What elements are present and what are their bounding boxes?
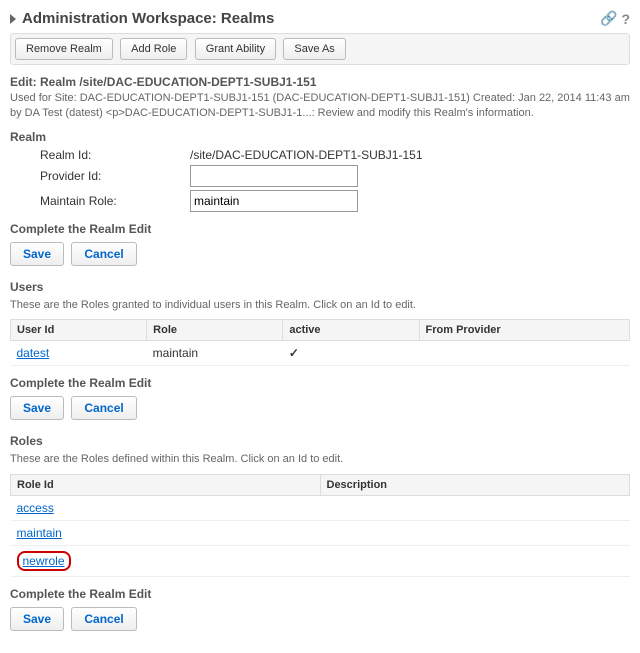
role-id-link[interactable]: access [17,501,54,515]
role-desc [320,545,630,576]
complete-heading-2: Complete the Realm Edit [10,376,630,390]
roles-desc: These are the Roles defined within this … [10,452,630,467]
link-icon[interactable]: 🔗 [600,10,617,27]
complete-heading-3: Complete the Realm Edit [10,587,630,601]
roles-col-id: Role Id [11,474,321,495]
roles-col-desc: Description [320,474,630,495]
role-id-link[interactable]: newrole [23,554,65,568]
realm-id-value: /site/DAC-EDUCATION-DEPT1-SUBJ1-151 [190,148,423,162]
page-title-bar: Administration Workspace: Realms 🔗 ? [10,10,630,27]
table-row: newrole [11,545,630,576]
users-desc: These are the Roles granted to individua… [10,298,630,313]
user-active: ✓ [283,341,419,366]
toolbar: Remove Realm Add Role Grant Ability Save… [10,33,630,65]
users-col-id: User Id [11,320,147,341]
add-role-button[interactable]: Add Role [120,38,187,60]
cancel-button-2[interactable]: Cancel [71,396,136,420]
save-button-2[interactable]: Save [10,396,64,420]
users-col-from: From Provider [419,320,629,341]
realm-heading: Realm [10,130,630,144]
expand-icon[interactable] [10,14,16,24]
provider-input[interactable] [190,165,358,187]
save-button-3[interactable]: Save [10,607,64,631]
grant-ability-button[interactable]: Grant Ability [195,38,276,60]
help-icon[interactable]: ? [621,11,630,27]
complete-heading-1: Complete the Realm Edit [10,222,630,236]
maintain-input[interactable] [190,190,358,212]
cancel-button-1[interactable]: Cancel [71,242,136,266]
roles-table: Role Id Description access maintain newrol… [10,474,630,577]
user-role: maintain [147,341,283,366]
maintain-row: Maintain Role: [40,190,630,212]
table-row: maintain [11,520,630,545]
roles-heading: Roles [10,434,630,448]
cancel-button-3[interactable]: Cancel [71,607,136,631]
role-desc [320,520,630,545]
remove-realm-button[interactable]: Remove Realm [15,38,113,60]
save-button-1[interactable]: Save [10,242,64,266]
provider-row: Provider Id: [40,165,630,187]
users-heading: Users [10,280,630,294]
users-col-active: active [283,320,419,341]
edit-description: Used for Site: DAC-EDUCATION-DEPT1-SUBJ1… [10,91,630,122]
edit-title: Edit: Realm /site/DAC-EDUCATION-DEPT1-SU… [10,75,630,89]
page-title: Administration Workspace: Realms [22,10,274,27]
users-col-role: Role [147,320,283,341]
users-table: User Id Role active From Provider datest… [10,319,630,366]
user-id-link[interactable]: datest [17,346,50,360]
realm-id-row: Realm Id: /site/DAC-EDUCATION-DEPT1-SUBJ… [40,148,630,162]
user-from [419,341,629,366]
save-as-button[interactable]: Save As [283,38,345,60]
realm-id-label: Realm Id: [40,148,190,162]
maintain-label: Maintain Role: [40,194,190,208]
provider-label: Provider Id: [40,169,190,183]
role-id-link[interactable]: maintain [17,526,62,540]
table-row: datest maintain✓ [11,341,630,366]
role-desc [320,495,630,520]
table-row: access [11,495,630,520]
